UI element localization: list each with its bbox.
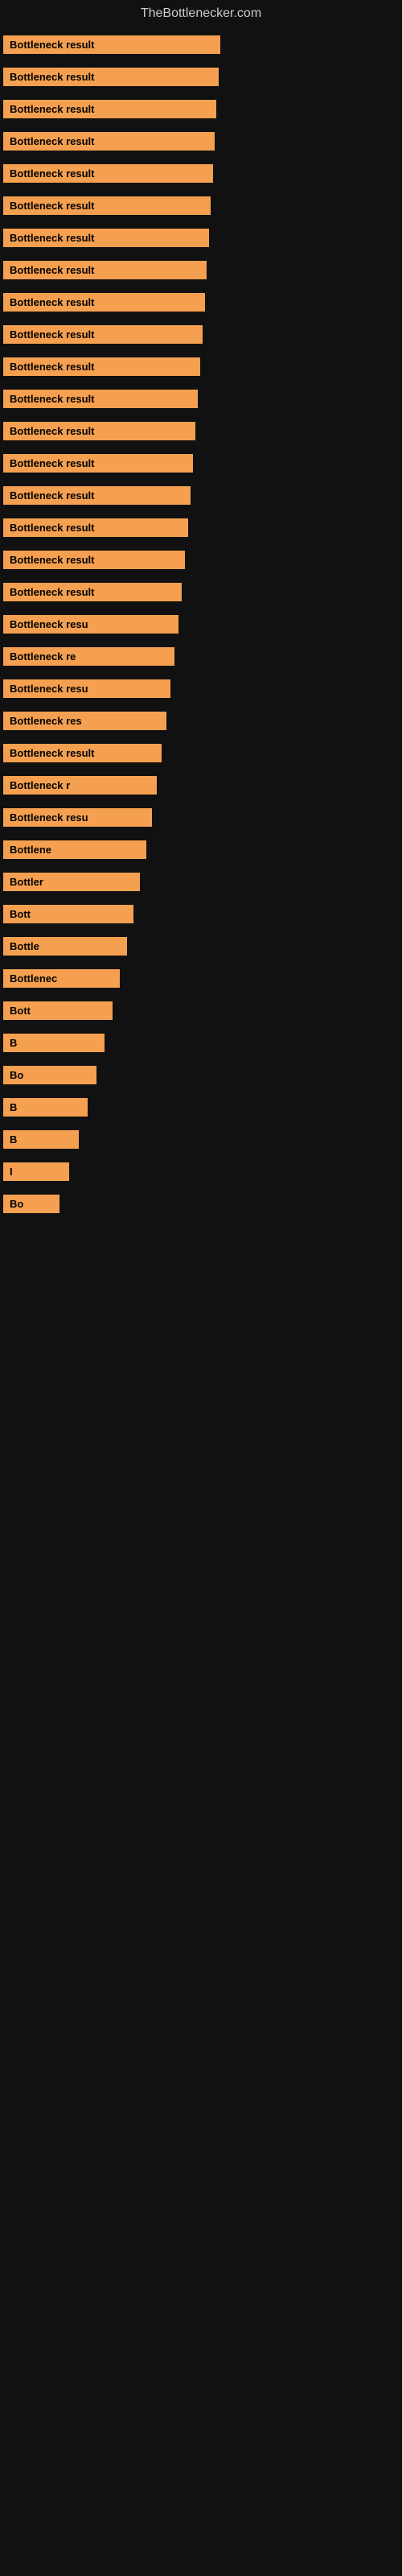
- bottleneck-result-label: Bottlenec: [3, 969, 120, 988]
- list-item: Bottleneck resu: [3, 808, 399, 831]
- bottleneck-result-label: Bottlene: [3, 840, 146, 859]
- list-item: B: [3, 1098, 399, 1121]
- list-item: Bottleneck result: [3, 422, 399, 444]
- bottleneck-result-label: Bottleneck result: [3, 583, 182, 601]
- list-item: Bottleneck result: [3, 68, 399, 90]
- list-item: Bottleneck result: [3, 357, 399, 380]
- bottleneck-result-label: Bottleneck resu: [3, 679, 170, 698]
- list-item: Bottleneck result: [3, 132, 399, 155]
- list-item: Bottleneck result: [3, 325, 399, 348]
- bottleneck-result-label: Bottleneck result: [3, 357, 200, 376]
- list-item: Bo: [3, 1195, 399, 1217]
- bottleneck-result-label: Bottleneck r: [3, 776, 157, 795]
- list-item: Bottleneck resu: [3, 615, 399, 638]
- bottleneck-result-label: Bott: [3, 1001, 113, 1020]
- list-item: Bottlene: [3, 840, 399, 863]
- list-item: Bottleneck result: [3, 164, 399, 187]
- list-item: Bottleneck re: [3, 647, 399, 670]
- bottleneck-result-label: Bo: [3, 1195, 59, 1213]
- list-item: Bottleneck res: [3, 712, 399, 734]
- bottleneck-result-label: Bottleneck result: [3, 229, 209, 247]
- bottleneck-result-label: Bottleneck result: [3, 422, 195, 440]
- bottleneck-result-label: Bo: [3, 1066, 96, 1084]
- list-item: B: [3, 1034, 399, 1056]
- bottleneck-result-label: Bottleneck result: [3, 68, 219, 86]
- bottleneck-result-label: Bottleneck result: [3, 486, 191, 505]
- bottleneck-result-label: Bottleneck result: [3, 100, 216, 118]
- list-item: Bottleneck result: [3, 551, 399, 573]
- list-item: Bottleneck result: [3, 100, 399, 122]
- bottleneck-result-label: Bottleneck result: [3, 164, 213, 183]
- list-item: Bottleneck result: [3, 486, 399, 509]
- bottleneck-result-label: I: [3, 1162, 69, 1181]
- list-item: Bottleneck result: [3, 261, 399, 283]
- list-item: Bottle: [3, 937, 399, 960]
- bottleneck-list: Bottleneck result Bottleneck result Bottle…: [0, 31, 402, 1238]
- list-item: Bottler: [3, 873, 399, 895]
- bottleneck-result-label: Bottle: [3, 937, 127, 956]
- bottleneck-result-label: Bottleneck result: [3, 325, 203, 344]
- bottleneck-result-label: Bottleneck result: [3, 744, 162, 762]
- list-item: Bott: [3, 905, 399, 927]
- bottleneck-result-label: Bottleneck result: [3, 35, 220, 54]
- list-item: Bottleneck result: [3, 390, 399, 412]
- site-title: TheBottlenecker.com: [0, 0, 402, 31]
- bottleneck-result-label: Bottleneck result: [3, 454, 193, 473]
- bottleneck-result-label: Bottleneck res: [3, 712, 166, 730]
- list-item: Bo: [3, 1066, 399, 1088]
- list-item: Bottleneck result: [3, 454, 399, 477]
- bottleneck-result-label: Bottleneck resu: [3, 808, 152, 827]
- list-item: B: [3, 1130, 399, 1153]
- bottleneck-result-label: Bottler: [3, 873, 140, 891]
- list-item: Bottleneck result: [3, 583, 399, 605]
- bottleneck-result-label: Bottleneck result: [3, 261, 207, 279]
- bottleneck-result-label: Bott: [3, 905, 133, 923]
- list-item: Bottleneck result: [3, 196, 399, 219]
- list-item: Bottleneck result: [3, 518, 399, 541]
- bottleneck-result-label: B: [3, 1130, 79, 1149]
- bottleneck-result-label: Bottleneck result: [3, 551, 185, 569]
- list-item: Bottleneck r: [3, 776, 399, 799]
- bottleneck-result-label: Bottleneck result: [3, 518, 188, 537]
- bottleneck-result-label: B: [3, 1098, 88, 1117]
- bottleneck-result-label: Bottleneck re: [3, 647, 174, 666]
- list-item: Bottleneck result: [3, 744, 399, 766]
- list-item: Bottleneck result: [3, 35, 399, 58]
- list-item: Bottleneck result: [3, 229, 399, 251]
- list-item: I: [3, 1162, 399, 1185]
- list-item: Bott: [3, 1001, 399, 1024]
- page-wrapper: TheBottlenecker.com Bottleneck resultBot…: [0, 0, 402, 1238]
- bottleneck-result-label: Bottleneck result: [3, 196, 211, 215]
- bottleneck-result-label: Bottleneck result: [3, 132, 215, 151]
- bottleneck-result-label: Bottleneck result: [3, 390, 198, 408]
- bottleneck-result-label: Bottleneck result: [3, 293, 205, 312]
- list-item: Bottleneck result: [3, 293, 399, 316]
- bottleneck-result-label: B: [3, 1034, 105, 1052]
- bottleneck-result-label: Bottleneck resu: [3, 615, 178, 634]
- list-item: Bottlenec: [3, 969, 399, 992]
- list-item: Bottleneck resu: [3, 679, 399, 702]
